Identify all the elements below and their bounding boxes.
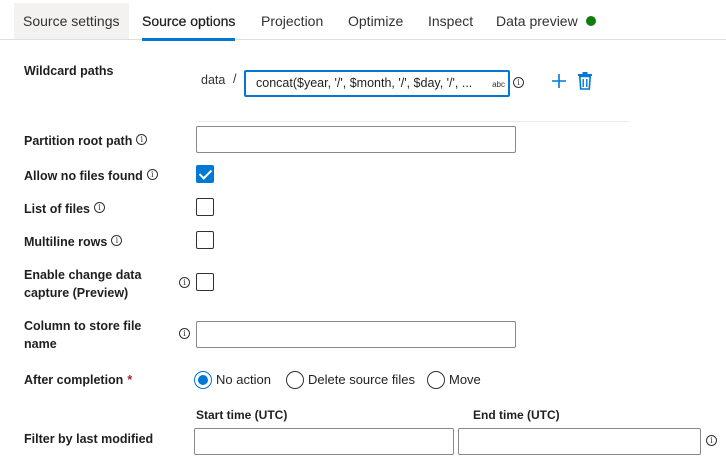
multiline-rows-label: Multiline rows i	[24, 233, 123, 251]
column-store-label-line1: Column to store file	[24, 319, 142, 333]
tab-optimize[interactable]: Optimize	[339, 3, 412, 39]
status-dot-icon	[585, 16, 596, 27]
wildcard-path-input[interactable]: concat($year, '/', $month, '/', $day, '/…	[244, 70, 510, 97]
wildcard-divider	[196, 121, 630, 122]
filter-last-modified-info-icon[interactable]: i	[706, 435, 717, 446]
filter-last-modified-label: Filter by last modified	[24, 432, 154, 446]
tab-bar: Source settings Source options Projectio…	[0, 0, 726, 41]
wildcard-info-icon[interactable]: i	[513, 77, 524, 88]
multiline-rows-info-icon[interactable]: i	[111, 235, 123, 247]
radio-no-action[interactable]: No action	[194, 371, 271, 389]
change-capture-label: Enable change data capture (Preview)	[24, 266, 141, 302]
wildcard-paths-label: Wildcard paths	[24, 64, 114, 78]
column-store-label: Column to store file name	[24, 317, 141, 353]
radio-delete-source-files-circle[interactable]	[286, 371, 304, 389]
column-store-label-line2: name	[24, 337, 57, 351]
start-time-label: Start time (UTC)	[196, 408, 288, 422]
plus-icon[interactable]	[551, 73, 567, 89]
change-capture-checkbox[interactable]	[196, 273, 214, 291]
column-store-input[interactable]	[196, 321, 516, 348]
tab-inspect[interactable]: Inspect	[419, 3, 482, 39]
list-of-files-label-text: List of files	[24, 202, 90, 216]
radio-move-label: Move	[449, 372, 481, 387]
allow-no-files-info-icon[interactable]: i	[146, 169, 158, 181]
radio-no-action-circle[interactable]	[194, 371, 212, 389]
start-time-input[interactable]	[194, 428, 454, 455]
after-completion-label: After completion *	[24, 371, 132, 389]
trash-icon[interactable]	[577, 72, 593, 90]
radio-move-circle[interactable]	[427, 371, 445, 389]
wildcard-prefix: data	[201, 73, 226, 87]
radio-delete-source-files[interactable]: Delete source files	[286, 371, 415, 389]
after-completion-label-text: After completion	[24, 373, 124, 387]
column-store-info-icon[interactable]: i	[179, 328, 190, 339]
partition-root-label-text: Partition root path	[24, 134, 133, 148]
allow-no-files-checkbox[interactable]	[196, 165, 214, 183]
tab-source-options[interactable]: Source options	[133, 3, 244, 41]
change-capture-label-line2: capture (Preview)	[24, 286, 129, 300]
multiline-rows-label-text: Multiline rows	[24, 235, 108, 249]
list-of-files-info-icon[interactable]: i	[93, 202, 105, 214]
wildcard-path-value: concat($year, '/', $month, '/', $day, '/…	[256, 76, 473, 90]
list-of-files-checkbox[interactable]	[196, 198, 214, 216]
change-capture-label-line1: Enable change data	[24, 268, 142, 282]
change-capture-info-icon[interactable]: i	[179, 277, 190, 288]
radio-move[interactable]: Move	[427, 371, 481, 389]
abc-badge: abc	[492, 80, 505, 89]
multiline-rows-checkbox[interactable]	[196, 231, 214, 249]
end-time-label: End time (UTC)	[473, 408, 560, 422]
tab-projection[interactable]: Projection	[252, 3, 332, 39]
list-of-files-label: List of files i	[24, 200, 105, 218]
radio-no-action-label: No action	[216, 372, 271, 387]
end-time-input[interactable]	[458, 428, 701, 455]
allow-no-files-label-text: Allow no files found	[24, 169, 143, 183]
required-mark: *	[127, 373, 133, 387]
partition-root-label: Partition root path i	[24, 132, 148, 150]
partition-root-info-icon[interactable]: i	[136, 134, 148, 146]
wildcard-separator: /	[233, 72, 237, 86]
allow-no-files-label: Allow no files found i	[24, 167, 158, 185]
partition-root-input[interactable]	[196, 126, 516, 153]
tab-data-preview[interactable]: Data preview	[487, 3, 605, 39]
radio-delete-source-files-label: Delete source files	[308, 372, 415, 387]
tab-source-settings[interactable]: Source settings	[14, 3, 129, 39]
tab-data-preview-label: Data preview	[496, 13, 578, 29]
